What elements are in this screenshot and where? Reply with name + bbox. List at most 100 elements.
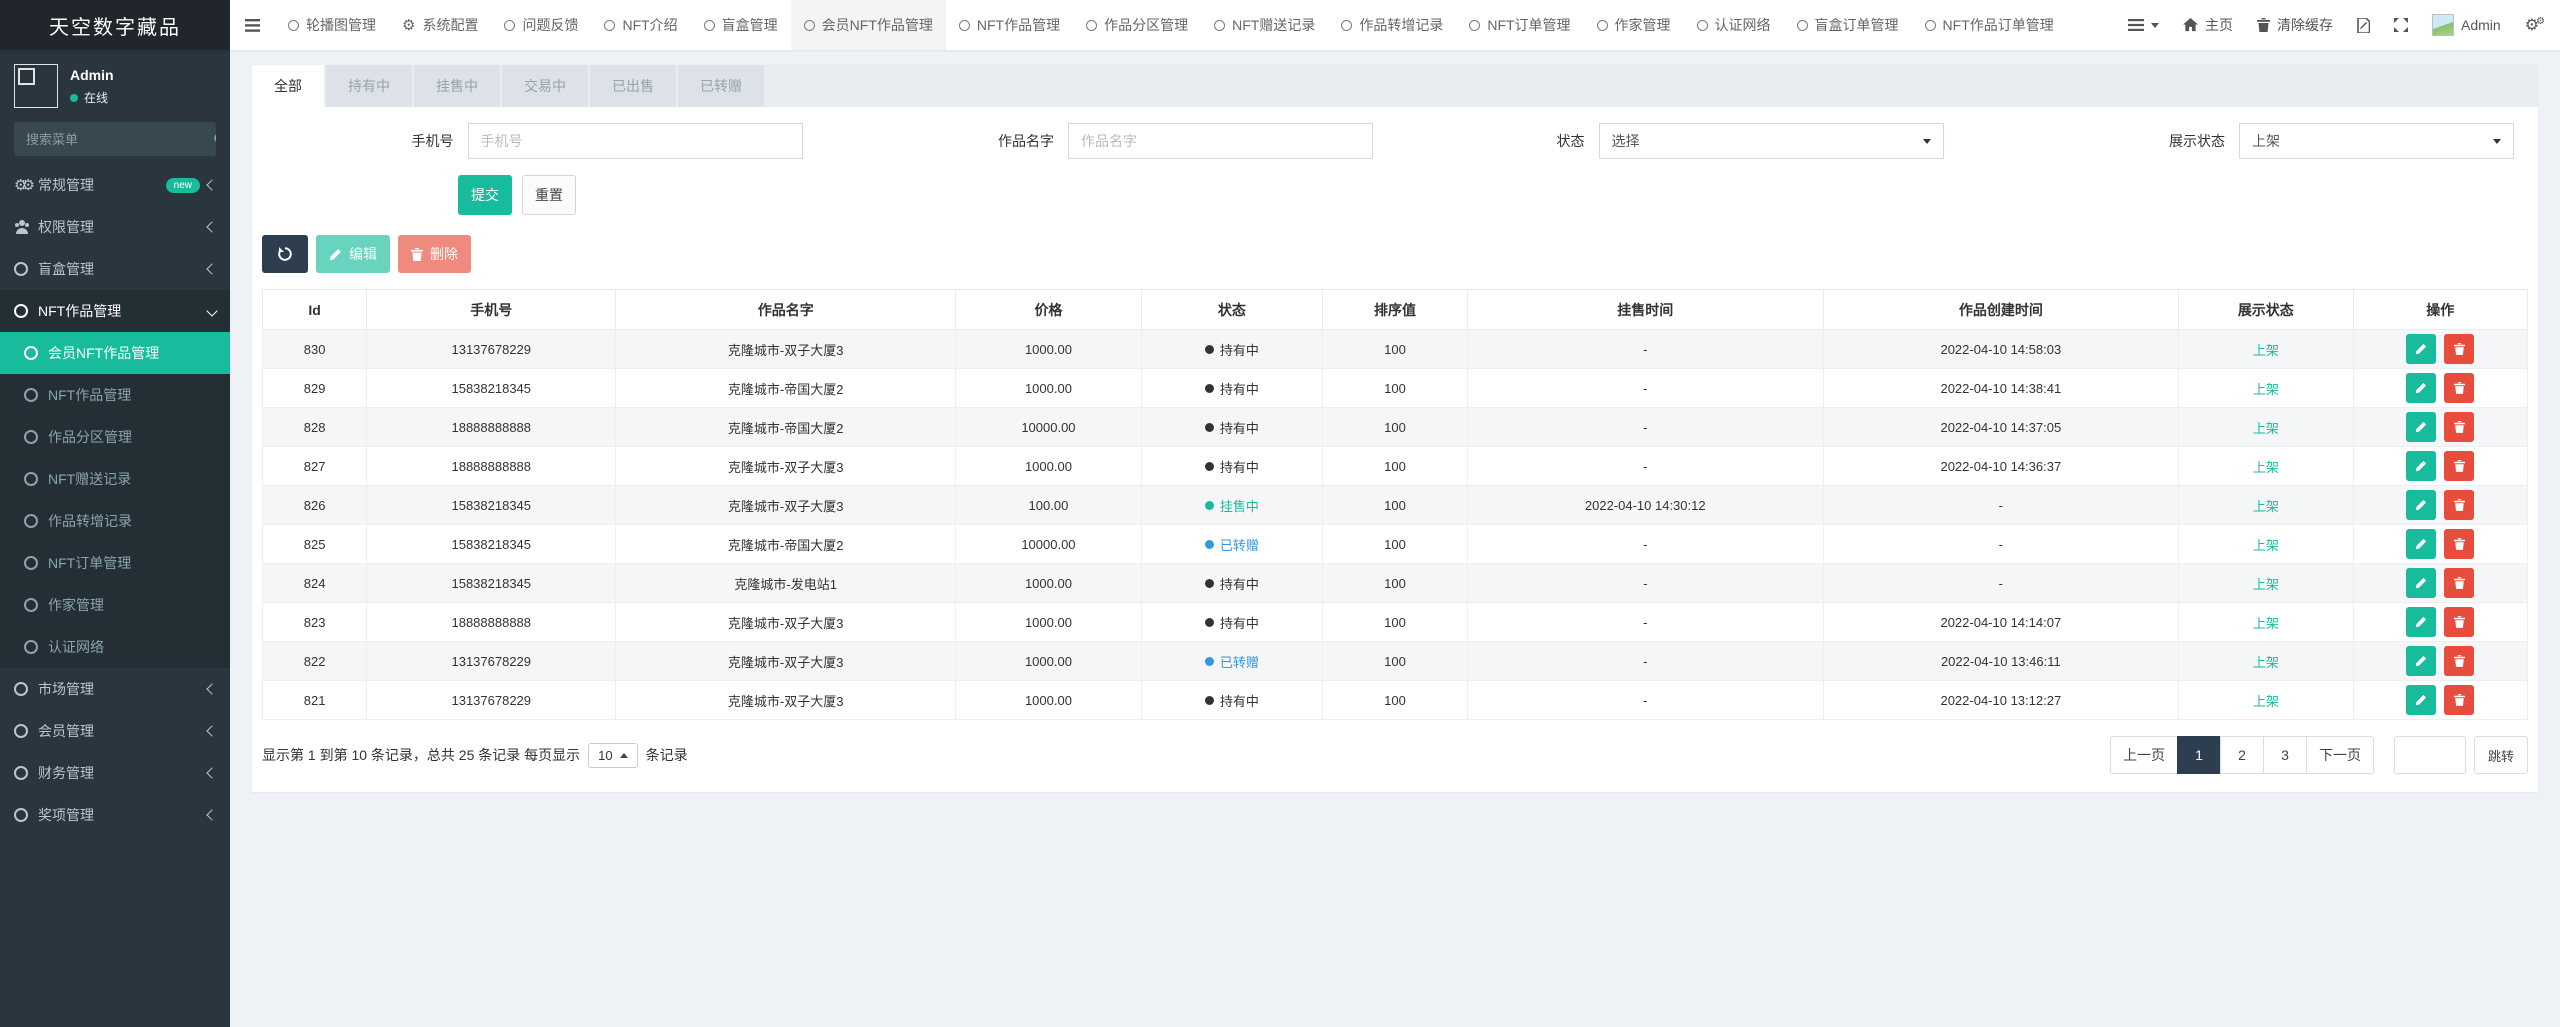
- sidebar-item[interactable]: 奖项管理: [0, 794, 230, 836]
- row-delete-button[interactable]: [2444, 490, 2474, 520]
- row-edit-button[interactable]: [2406, 646, 2436, 676]
- sidebar-item[interactable]: 市场管理: [0, 668, 230, 710]
- sidebar-item[interactable]: NFT订单管理: [0, 542, 230, 584]
- status-tab[interactable]: 已出售: [590, 65, 676, 107]
- document-button[interactable]: [2345, 0, 2382, 50]
- display-status-link[interactable]: 上架: [2253, 460, 2279, 475]
- topnav-item[interactable]: 盲盒订单管理: [1784, 0, 1912, 50]
- row-edit-button[interactable]: [2406, 490, 2436, 520]
- sidebar-item[interactable]: 作品转增记录: [0, 500, 230, 542]
- sidebar-item[interactable]: 权限管理: [0, 206, 230, 248]
- sidebar-item[interactable]: NFT作品管理: [0, 290, 230, 332]
- sidebar-item[interactable]: 会员NFT作品管理: [0, 332, 230, 374]
- status-filter-select[interactable]: 选择: [1599, 123, 1944, 159]
- menu-list-dropdown[interactable]: [2116, 0, 2171, 50]
- topnav-item[interactable]: 作家管理: [1584, 0, 1684, 50]
- sidebar-item[interactable]: 认证网络: [0, 626, 230, 668]
- display-status-link[interactable]: 上架: [2253, 421, 2279, 436]
- sidebar-search-button[interactable]: [214, 122, 216, 156]
- display-filter-select[interactable]: 上架: [2239, 123, 2514, 159]
- topnav-item[interactable]: NFT作品订单管理: [1912, 0, 2067, 50]
- table-row[interactable]: 823 18888888888 克隆城市-双子大厦3 1000.00 持有中 1…: [263, 603, 2528, 642]
- user-menu[interactable]: Admin: [2420, 0, 2513, 50]
- sidebar-item[interactable]: NFT赠送记录: [0, 458, 230, 500]
- topnav-item[interactable]: NFT作品管理: [946, 0, 1073, 50]
- table-row[interactable]: 826 15838218345 克隆城市-双子大厦3 100.00 挂售中 10…: [263, 486, 2528, 525]
- phone-filter-input[interactable]: [468, 123, 803, 159]
- sidebar-toggle-button[interactable]: [230, 0, 275, 50]
- display-status-link[interactable]: 上架: [2253, 538, 2279, 553]
- refresh-button[interactable]: [262, 235, 308, 273]
- jump-page-input[interactable]: [2394, 736, 2466, 774]
- page-number-button[interactable]: 3: [2263, 736, 2307, 774]
- topnav-item[interactable]: 认证网络: [1684, 0, 1784, 50]
- status-tab[interactable]: 全部: [252, 65, 324, 107]
- topnav-item[interactable]: 系统配置: [389, 0, 491, 50]
- table-row[interactable]: 830 13137678229 克隆城市-双子大厦3 1000.00 持有中 1…: [263, 330, 2528, 369]
- row-edit-button[interactable]: [2406, 607, 2436, 637]
- table-row[interactable]: 822 13137678229 克隆城市-双子大厦3 1000.00 已转赠 1…: [263, 642, 2528, 681]
- per-page-dropdown[interactable]: 10: [588, 743, 637, 768]
- row-delete-button[interactable]: [2444, 646, 2474, 676]
- table-row[interactable]: 824 15838218345 克隆城市-发电站1 1000.00 持有中 10…: [263, 564, 2528, 603]
- topnav-item[interactable]: 盲盒管理: [691, 0, 791, 50]
- topnav-item[interactable]: 作品分区管理: [1073, 0, 1201, 50]
- sidebar-search-input[interactable]: [14, 122, 214, 156]
- prev-page-button[interactable]: 上一页: [2110, 736, 2178, 774]
- row-edit-button[interactable]: [2406, 373, 2436, 403]
- table-row[interactable]: 827 18888888888 克隆城市-双子大厦3 1000.00 持有中 1…: [263, 447, 2528, 486]
- jump-button[interactable]: 跳转: [2474, 736, 2528, 774]
- display-status-link[interactable]: 上架: [2253, 694, 2279, 709]
- submit-button[interactable]: 提交: [458, 175, 512, 215]
- status-tab[interactable]: 已转赠: [678, 65, 764, 107]
- topnav-item[interactable]: NFT订单管理: [1456, 0, 1583, 50]
- table-row[interactable]: 829 15838218345 克隆城市-帝国大厦2 1000.00 持有中 1…: [263, 369, 2528, 408]
- sidebar-item[interactable]: 财务管理: [0, 752, 230, 794]
- status-tab[interactable]: 交易中: [502, 65, 588, 107]
- row-delete-button[interactable]: [2444, 412, 2474, 442]
- sidebar-item[interactable]: 会员管理: [0, 710, 230, 752]
- sidebar-item[interactable]: 常规管理 new: [0, 164, 230, 206]
- row-edit-button[interactable]: [2406, 334, 2436, 364]
- page-number-button[interactable]: 1: [2177, 736, 2221, 774]
- topnav-item[interactable]: 作品转增记录: [1328, 0, 1456, 50]
- table-row[interactable]: 821 13137678229 克隆城市-双子大厦3 1000.00 持有中 1…: [263, 681, 2528, 720]
- display-status-link[interactable]: 上架: [2253, 577, 2279, 592]
- delete-button[interactable]: 删除: [398, 235, 471, 273]
- sidebar-item[interactable]: NFT作品管理: [0, 374, 230, 416]
- sidebar-item[interactable]: 盲盒管理: [0, 248, 230, 290]
- display-status-link[interactable]: 上架: [2253, 499, 2279, 514]
- next-page-button[interactable]: 下一页: [2306, 736, 2374, 774]
- row-delete-button[interactable]: [2444, 685, 2474, 715]
- row-delete-button[interactable]: [2444, 334, 2474, 364]
- row-delete-button[interactable]: [2444, 568, 2474, 598]
- topnav-item[interactable]: 问题反馈: [491, 0, 591, 50]
- row-edit-button[interactable]: [2406, 529, 2436, 559]
- row-delete-button[interactable]: [2444, 451, 2474, 481]
- row-edit-button[interactable]: [2406, 412, 2436, 442]
- name-filter-input[interactable]: [1068, 123, 1373, 159]
- topnav-item[interactable]: NFT赠送记录: [1201, 0, 1328, 50]
- row-delete-button[interactable]: [2444, 607, 2474, 637]
- topnav-item[interactable]: 轮播图管理: [275, 0, 389, 50]
- status-tab[interactable]: 挂售中: [414, 65, 500, 107]
- row-edit-button[interactable]: [2406, 568, 2436, 598]
- status-tab[interactable]: 持有中: [326, 65, 412, 107]
- row-delete-button[interactable]: [2444, 529, 2474, 559]
- display-status-link[interactable]: 上架: [2253, 616, 2279, 631]
- fullscreen-button[interactable]: [2382, 0, 2420, 50]
- sidebar-item[interactable]: 作家管理: [0, 584, 230, 626]
- reset-button[interactable]: 重置: [522, 175, 576, 215]
- display-status-link[interactable]: 上架: [2253, 343, 2279, 358]
- row-delete-button[interactable]: [2444, 373, 2474, 403]
- table-row[interactable]: 825 15838218345 克隆城市-帝国大厦2 10000.00 已转赠 …: [263, 525, 2528, 564]
- row-edit-button[interactable]: [2406, 451, 2436, 481]
- topnav-item[interactable]: 会员NFT作品管理: [791, 0, 946, 50]
- page-number-button[interactable]: 2: [2220, 736, 2264, 774]
- clear-cache-button[interactable]: 清除缓存: [2245, 0, 2345, 50]
- table-row[interactable]: 828 18888888888 克隆城市-帝国大厦2 10000.00 持有中 …: [263, 408, 2528, 447]
- settings-button[interactable]: [2513, 0, 2560, 50]
- topnav-item[interactable]: NFT介绍: [591, 0, 690, 50]
- home-button[interactable]: 主页: [2171, 0, 2245, 50]
- display-status-link[interactable]: 上架: [2253, 655, 2279, 670]
